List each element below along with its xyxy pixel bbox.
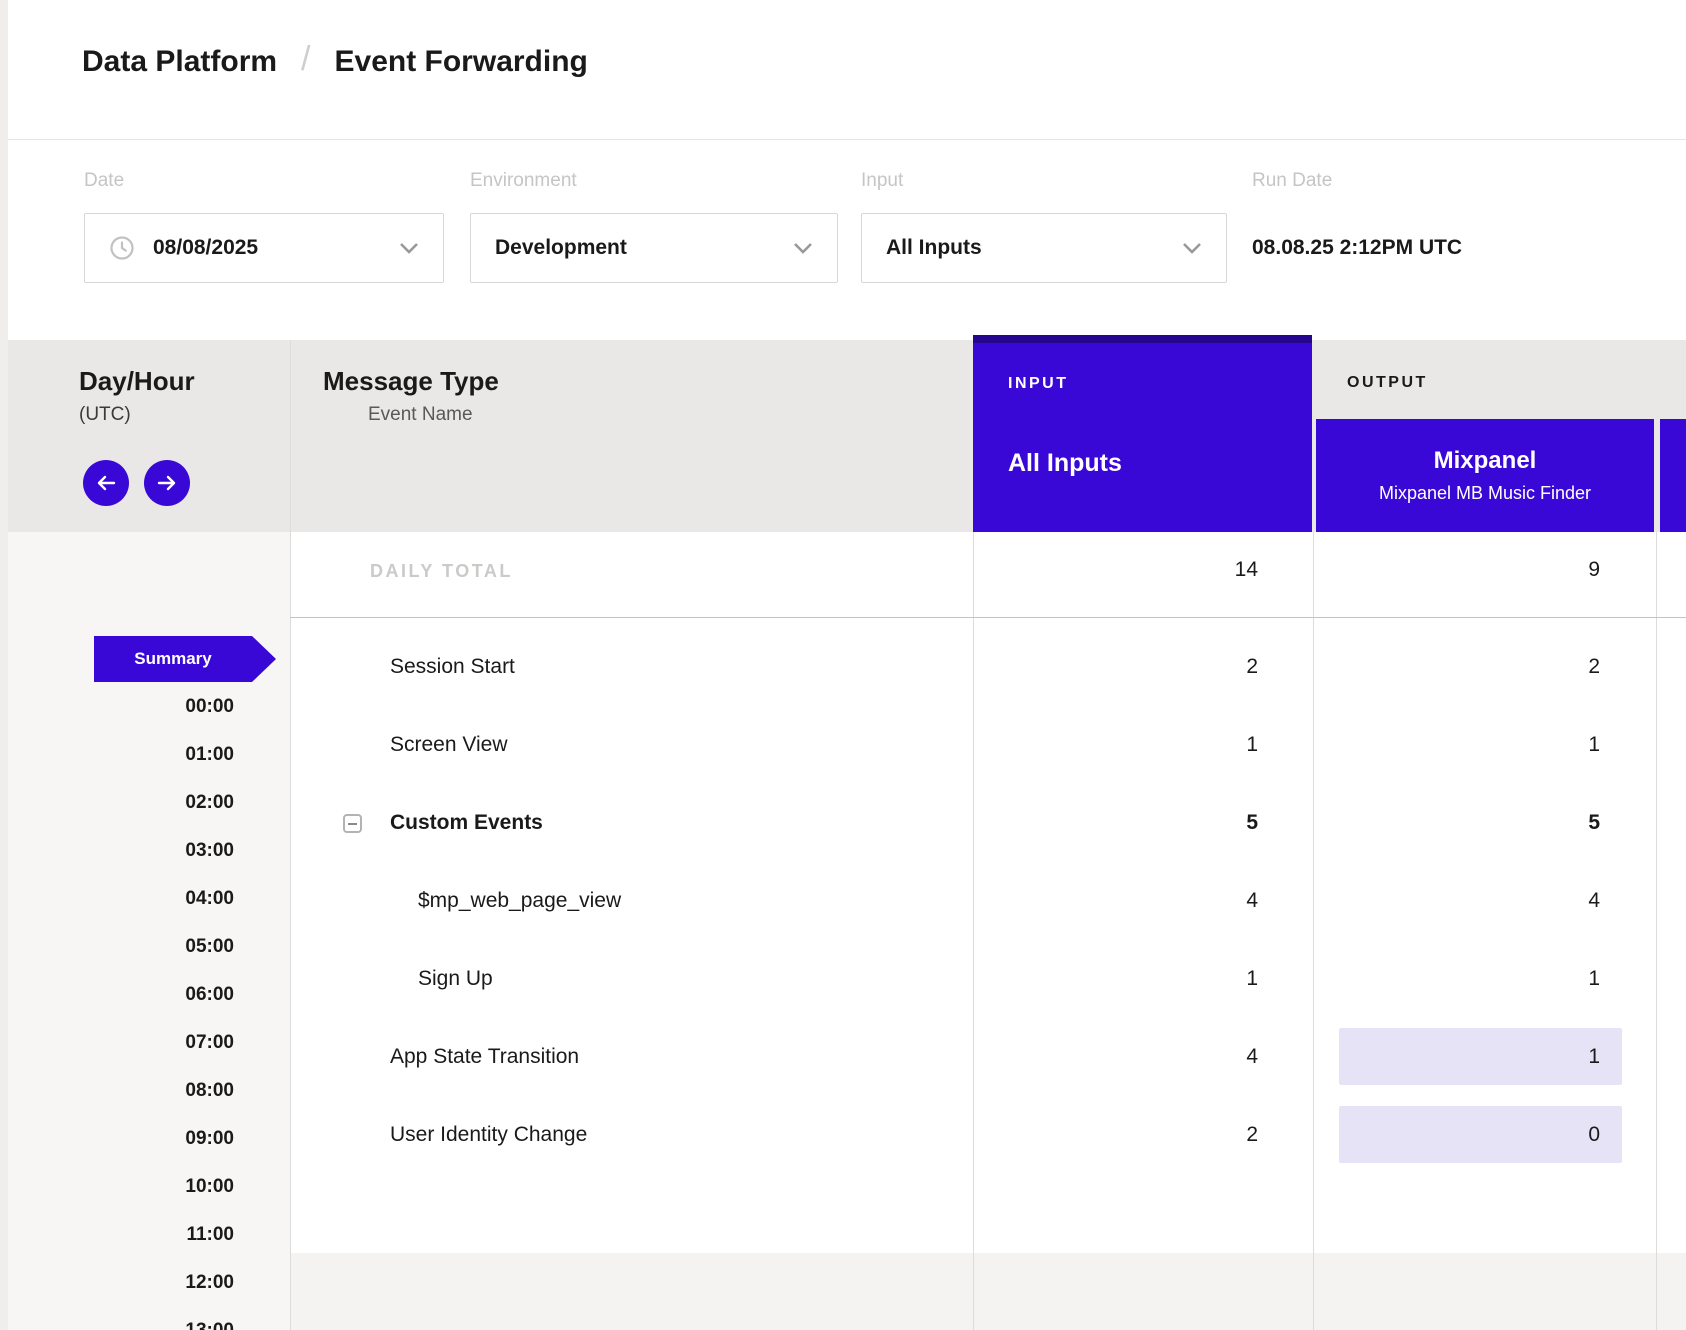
table-row: Screen View 1 1 bbox=[0, 706, 1686, 784]
table-row: App State Transition 4 1 bbox=[0, 1018, 1686, 1096]
chevron-down-icon bbox=[399, 242, 419, 254]
input-count: 4 bbox=[1050, 1018, 1258, 1096]
event-name: App State Transition bbox=[390, 1018, 579, 1096]
table-row-custom-events: Custom Events 5 5 bbox=[0, 784, 1686, 862]
output-count: 0 bbox=[1392, 1096, 1600, 1174]
event-name: User Identity Change bbox=[390, 1096, 587, 1174]
daily-total-output-count: 9 bbox=[1392, 558, 1600, 588]
input-group-label: INPUT bbox=[1008, 375, 1069, 393]
page-left-edge bbox=[0, 0, 8, 1330]
hour-row-label[interactable]: 10:00 bbox=[60, 1163, 234, 1211]
input-count: 1 bbox=[1050, 940, 1258, 1018]
hour-row-label[interactable]: 02:00 bbox=[60, 779, 234, 827]
breadcrumb: Data Platform / Event Forwarding bbox=[82, 42, 588, 81]
daily-total-input-count: 14 bbox=[1050, 558, 1258, 588]
event-name: $mp_web_page_view bbox=[418, 862, 621, 940]
event-name: Custom Events bbox=[390, 784, 543, 862]
date-select[interactable]: 08/08/2025 bbox=[84, 213, 444, 283]
input-label: Input bbox=[861, 170, 903, 194]
arrow-left-icon bbox=[95, 474, 117, 492]
message-type-header: Message Type bbox=[323, 366, 499, 397]
environment-label: Environment bbox=[470, 170, 577, 194]
output-count: 2 bbox=[1392, 628, 1600, 706]
output-count: 1 bbox=[1392, 1018, 1600, 1096]
input-count: 2 bbox=[1050, 1096, 1258, 1174]
input-count: 4 bbox=[1050, 862, 1258, 940]
hour-row-label[interactable]: 06:00 bbox=[60, 971, 234, 1019]
input-count: 5 bbox=[1050, 784, 1258, 862]
daily-total-label: DAILY TOTAL bbox=[370, 561, 513, 582]
environment-select[interactable]: Development bbox=[470, 213, 838, 283]
event-forwarding-page: Data Platform / Event Forwarding Date En… bbox=[0, 0, 1686, 1330]
page-title: Event Forwarding bbox=[335, 45, 588, 79]
output-count: 1 bbox=[1392, 940, 1600, 1018]
event-name-subheader: Event Name bbox=[368, 404, 473, 426]
output-group-label: OUTPUT bbox=[1347, 374, 1428, 392]
mixpanel-connection-name: Mixpanel MB Music Finder bbox=[1379, 483, 1591, 504]
output-count: 1 bbox=[1392, 706, 1600, 784]
event-name: Sign Up bbox=[418, 940, 493, 1018]
input-count: 1 bbox=[1050, 706, 1258, 784]
daily-total-divider bbox=[290, 617, 1686, 618]
all-inputs-column-title: All Inputs bbox=[1008, 449, 1122, 478]
hour-row-label[interactable]: 00:00 bbox=[60, 683, 234, 731]
hour-row-label[interactable]: 13:00 bbox=[60, 1307, 234, 1330]
run-date-value: 08.08.25 2:12PM UTC bbox=[1252, 213, 1462, 283]
input-value: All Inputs bbox=[886, 236, 982, 260]
hour-row-label[interactable]: 12:00 bbox=[60, 1259, 234, 1307]
previous-day-button[interactable] bbox=[83, 460, 129, 506]
output-count: 5 bbox=[1392, 784, 1600, 862]
hour-row-label[interactable]: 01:00 bbox=[60, 731, 234, 779]
hour-row-label[interactable]: 08:00 bbox=[60, 1067, 234, 1115]
input-select[interactable]: All Inputs bbox=[861, 213, 1227, 283]
event-name: Session Start bbox=[390, 628, 515, 706]
hour-row-label[interactable]: 09:00 bbox=[60, 1115, 234, 1163]
summary-row-badge[interactable]: Summary bbox=[94, 636, 252, 682]
breadcrumb-section[interactable]: Data Platform bbox=[82, 45, 277, 79]
table-footer-background bbox=[290, 1253, 1686, 1330]
date-label: Date bbox=[84, 170, 124, 194]
hour-row-label[interactable]: 11:00 bbox=[60, 1211, 234, 1259]
run-date-label: Run Date bbox=[1252, 170, 1332, 194]
all-inputs-column-header[interactable]: INPUT All Inputs bbox=[973, 335, 1312, 532]
hour-row-label[interactable]: 05:00 bbox=[60, 923, 234, 971]
output-count: 4 bbox=[1392, 862, 1600, 940]
environment-value: Development bbox=[495, 236, 627, 260]
chevron-down-icon bbox=[793, 242, 813, 254]
hour-row-label[interactable]: 03:00 bbox=[60, 827, 234, 875]
date-value: 08/08/2025 bbox=[153, 236, 258, 260]
table-row: $mp_web_page_view 4 4 bbox=[0, 862, 1686, 940]
day-hour-header: Day/Hour bbox=[79, 366, 195, 397]
event-name: Screen View bbox=[390, 706, 508, 784]
input-count: 2 bbox=[1050, 628, 1258, 706]
hour-row-label[interactable]: 04:00 bbox=[60, 875, 234, 923]
collapse-minus-icon[interactable] bbox=[343, 814, 362, 833]
chevron-down-icon bbox=[1182, 242, 1202, 254]
table-row: Sign Up 1 1 bbox=[0, 940, 1686, 1018]
mixpanel-column-title: Mixpanel bbox=[1434, 447, 1537, 475]
arrow-right-icon bbox=[156, 474, 178, 492]
day-hour-timezone: (UTC) bbox=[79, 404, 131, 426]
hour-row-label[interactable]: 07:00 bbox=[60, 1019, 234, 1067]
mixpanel-column-header[interactable]: Mixpanel Mixpanel MB Music Finder bbox=[1316, 419, 1654, 532]
next-day-button[interactable] bbox=[144, 460, 190, 506]
table-row: User Identity Change 2 0 bbox=[0, 1096, 1686, 1174]
clock-icon bbox=[109, 235, 135, 261]
next-output-column-partial bbox=[1660, 419, 1686, 532]
breadcrumb-separator: / bbox=[301, 40, 310, 79]
header-divider bbox=[0, 139, 1686, 140]
